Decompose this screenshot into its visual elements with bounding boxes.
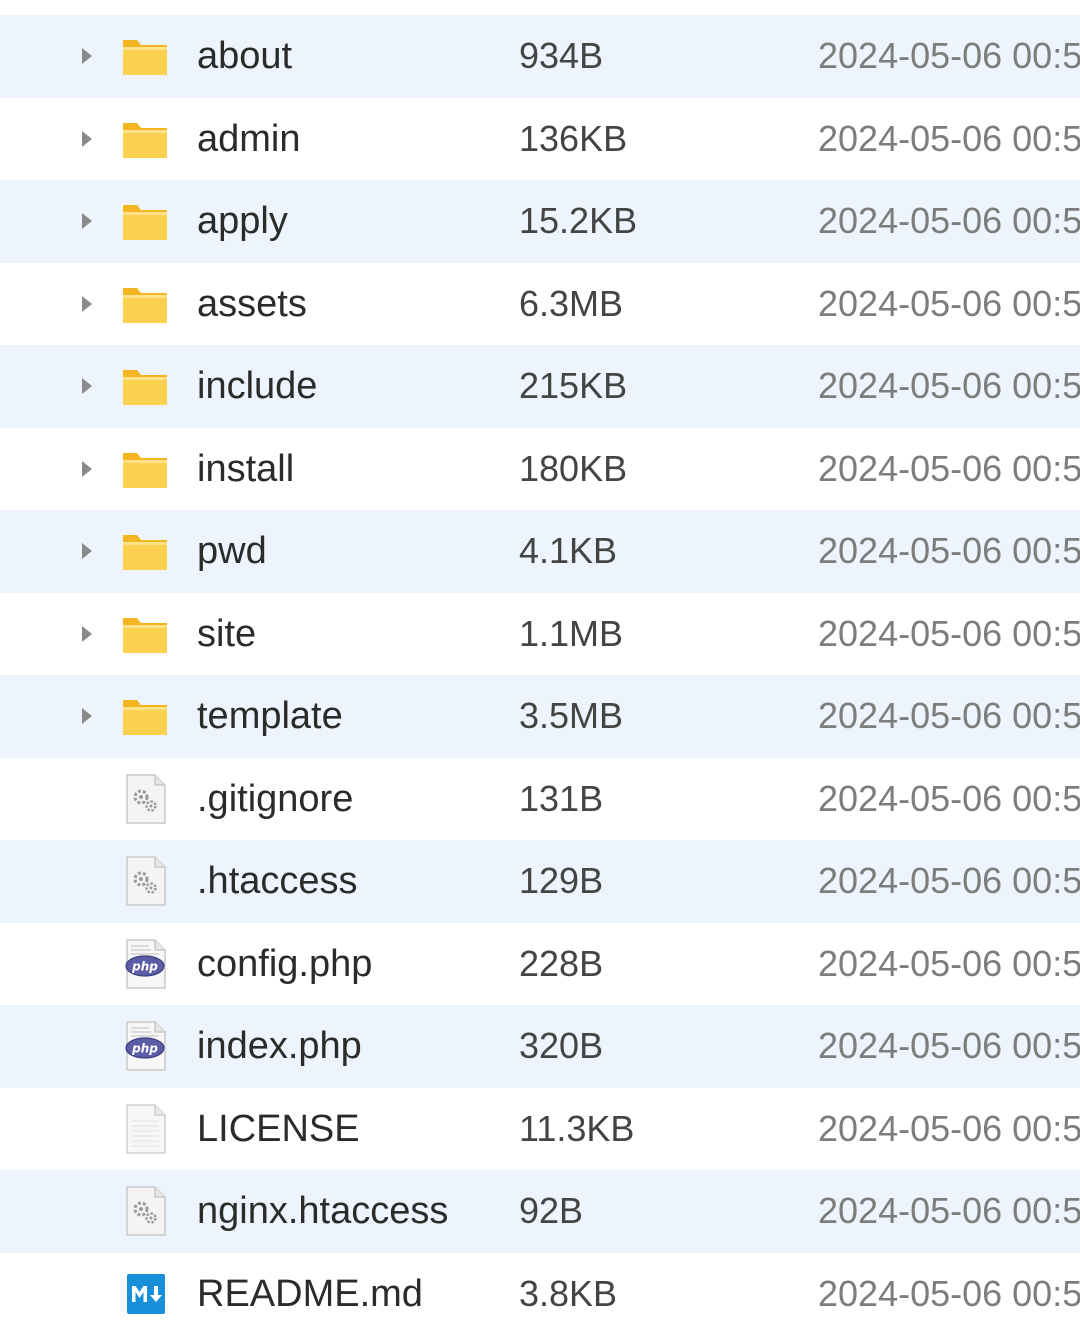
file-size: 15.2KB xyxy=(519,180,637,262)
file-name[interactable]: .gitignore xyxy=(197,758,353,840)
file-row[interactable]: apply 15.2KB 2024-05-06 00:5 xyxy=(0,180,1080,263)
file-modified-date: 2024-05-06 00:5 xyxy=(818,675,1080,757)
file-row[interactable]: nginx.htaccess 92B 2024-05-06 00:5 xyxy=(0,1170,1080,1253)
expand-caret-icon[interactable] xyxy=(80,706,94,726)
file-row[interactable]: php index.php 320B 2024-05-06 00:5 xyxy=(0,1005,1080,1088)
file-row[interactable]: about 934B 2024-05-06 00:5 xyxy=(0,15,1080,98)
file-modified-date: 2024-05-06 00:5 xyxy=(818,1005,1080,1087)
file-size: 1.1MB xyxy=(519,593,623,675)
folder-icon xyxy=(119,193,171,249)
file-modified-date: 2024-05-06 00:5 xyxy=(818,1253,1080,1335)
folder-icon xyxy=(119,523,171,579)
file-size: 4.1KB xyxy=(519,510,617,592)
expand-caret-icon[interactable] xyxy=(80,376,94,396)
config-file-icon xyxy=(119,771,171,827)
file-modified-date: 2024-05-06 00:5 xyxy=(818,840,1080,922)
file-size: 228B xyxy=(519,923,603,1005)
file-size: 3.8KB xyxy=(519,1253,617,1335)
file-name[interactable]: apply xyxy=(197,180,288,262)
file-modified-date: 2024-05-06 00:5 xyxy=(818,180,1080,262)
file-modified-date: 2024-05-06 00:5 xyxy=(818,15,1080,97)
folder-icon xyxy=(119,441,171,497)
file-row[interactable]: assets 6.3MB 2024-05-06 00:5 xyxy=(0,263,1080,346)
folder-icon xyxy=(119,28,171,84)
file-size: 131B xyxy=(519,758,603,840)
config-file-icon xyxy=(119,1183,171,1239)
expand-caret-icon[interactable] xyxy=(80,541,94,561)
file-name[interactable]: include xyxy=(197,345,317,427)
file-modified-date: 2024-05-06 00:5 xyxy=(818,593,1080,675)
expand-caret-icon[interactable] xyxy=(80,211,94,231)
file-row[interactable]: site 1.1MB 2024-05-06 00:5 xyxy=(0,593,1080,676)
file-name[interactable]: index.php xyxy=(197,1005,362,1087)
file-size: 934B xyxy=(519,15,603,97)
file-name[interactable]: assets xyxy=(197,263,307,345)
php-file-icon: php xyxy=(119,1018,171,1074)
php-file-icon: php xyxy=(119,936,171,992)
file-name[interactable]: site xyxy=(197,593,256,675)
expand-caret-icon[interactable] xyxy=(80,459,94,479)
folder-icon xyxy=(119,688,171,744)
file-modified-date: 2024-05-06 00:5 xyxy=(818,510,1080,592)
expand-caret-icon[interactable] xyxy=(80,624,94,644)
file-name[interactable]: .htaccess xyxy=(197,840,358,922)
expand-caret-icon[interactable] xyxy=(80,294,94,314)
file-modified-date: 2024-05-06 00:5 xyxy=(818,758,1080,840)
svg-text:php: php xyxy=(131,959,158,973)
file-row[interactable]: php config.php 228B 2024-05-06 00:5 xyxy=(0,923,1080,1006)
file-row[interactable]: pwd 4.1KB 2024-05-06 00:5 xyxy=(0,510,1080,593)
file-modified-date: 2024-05-06 00:5 xyxy=(818,345,1080,427)
expand-caret-icon[interactable] xyxy=(80,129,94,149)
markdown-file-icon xyxy=(119,1266,171,1322)
file-size: 3.5MB xyxy=(519,675,623,757)
file-row[interactable]: .htaccess 129B 2024-05-06 00:5 xyxy=(0,840,1080,923)
text-file-icon xyxy=(119,1101,171,1157)
file-modified-date: 2024-05-06 00:5 xyxy=(818,1088,1080,1170)
file-size: 320B xyxy=(519,1005,603,1087)
file-size: 6.3MB xyxy=(519,263,623,345)
file-row[interactable]: README.md 3.8KB 2024-05-06 00:5 xyxy=(0,1253,1080,1335)
file-row[interactable]: admin 136KB 2024-05-06 00:5 xyxy=(0,98,1080,181)
file-list: about 934B 2024-05-06 00:5 admin 136KB 2024-… xyxy=(0,15,1080,1335)
file-modified-date: 2024-05-06 00:5 xyxy=(818,98,1080,180)
file-row[interactable]: LICENSE 11.3KB 2024-05-06 00:5 xyxy=(0,1088,1080,1171)
svg-text:php: php xyxy=(131,1042,158,1056)
file-name[interactable]: config.php xyxy=(197,923,372,1005)
file-row[interactable]: install 180KB 2024-05-06 00:5 xyxy=(0,428,1080,511)
file-row[interactable]: include 215KB 2024-05-06 00:5 xyxy=(0,345,1080,428)
file-name[interactable]: admin xyxy=(197,98,301,180)
file-size: 129B xyxy=(519,840,603,922)
file-modified-date: 2024-05-06 00:5 xyxy=(818,428,1080,510)
file-modified-date: 2024-05-06 00:5 xyxy=(818,923,1080,1005)
file-size: 92B xyxy=(519,1170,583,1252)
file-size: 11.3KB xyxy=(519,1088,634,1170)
folder-icon xyxy=(119,276,171,332)
file-modified-date: 2024-05-06 00:5 xyxy=(818,263,1080,345)
file-modified-date: 2024-05-06 00:5 xyxy=(818,1170,1080,1252)
file-size: 215KB xyxy=(519,345,627,427)
config-file-icon xyxy=(119,853,171,909)
file-size: 136KB xyxy=(519,98,627,180)
file-name[interactable]: LICENSE xyxy=(197,1088,360,1170)
expand-caret-icon[interactable] xyxy=(80,46,94,66)
file-row[interactable]: template 3.5MB 2024-05-06 00:5 xyxy=(0,675,1080,758)
folder-icon xyxy=(119,111,171,167)
file-row[interactable]: .gitignore 131B 2024-05-06 00:5 xyxy=(0,758,1080,841)
file-name[interactable]: template xyxy=(197,675,343,757)
folder-icon xyxy=(119,358,171,414)
file-name[interactable]: README.md xyxy=(197,1253,423,1335)
file-name[interactable]: pwd xyxy=(197,510,267,592)
file-name[interactable]: install xyxy=(197,428,294,510)
folder-icon xyxy=(119,606,171,662)
file-name[interactable]: about xyxy=(197,15,292,97)
file-size: 180KB xyxy=(519,428,627,510)
file-name[interactable]: nginx.htaccess xyxy=(197,1170,448,1252)
